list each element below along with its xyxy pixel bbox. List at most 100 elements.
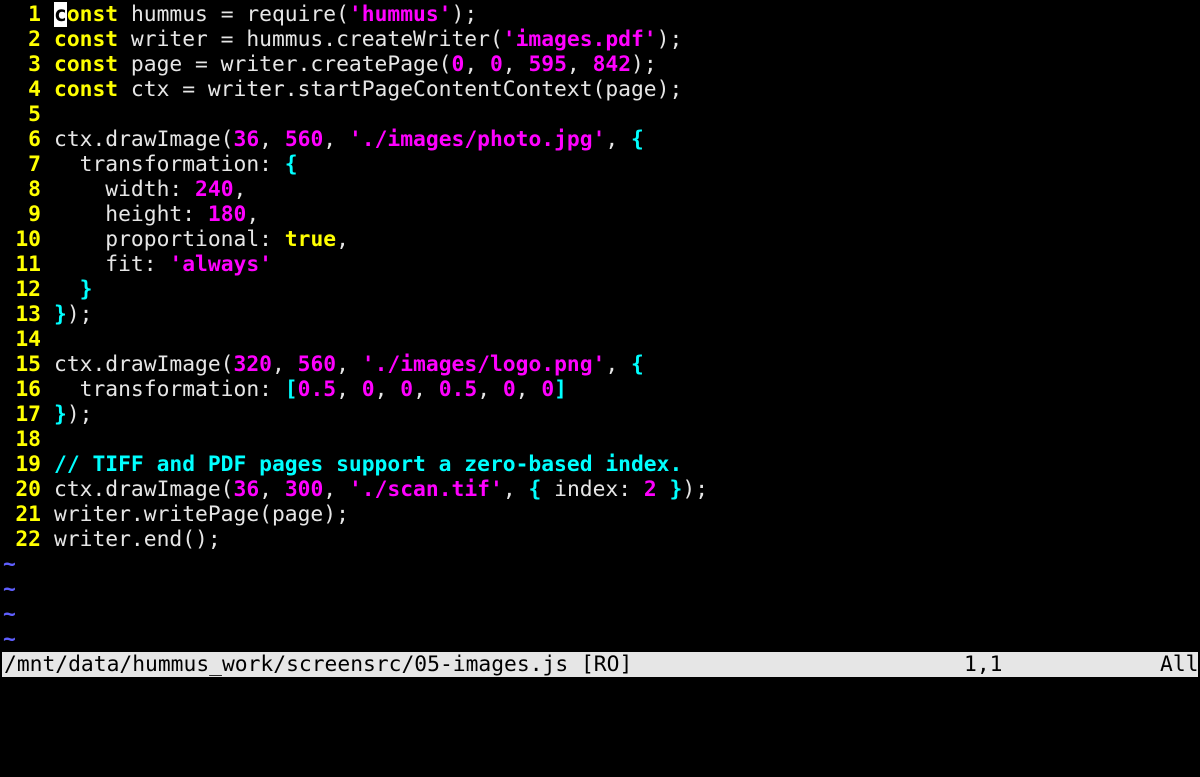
- code-text[interactable]: });: [54, 302, 92, 327]
- line-number: 4: [28, 77, 41, 102]
- code-text[interactable]: proportional: true,: [54, 227, 349, 252]
- code-token: ctx.drawImage(: [54, 477, 234, 502]
- code-text[interactable]: const ctx = writer.startPageContentConte…: [54, 77, 682, 102]
- line-number: 22: [15, 527, 41, 552]
- code-text[interactable]: const writer = hummus.createWriter('imag…: [54, 27, 682, 52]
- code-token: writer = hummus.createWriter(: [118, 27, 503, 52]
- code-token: fit:: [54, 252, 170, 277]
- code-token: }: [54, 402, 67, 427]
- code-token: ,: [464, 52, 490, 77]
- code-text[interactable]: height: 180,: [54, 202, 259, 227]
- code-text[interactable]: transformation: [0.5, 0, 0, 0.5, 0, 0]: [54, 377, 567, 402]
- line-number: 6: [28, 127, 41, 152]
- code-token: 320: [233, 352, 272, 377]
- line-number: 5: [28, 102, 41, 127]
- code-token: ,: [605, 127, 632, 152]
- code-token: );: [66, 402, 93, 427]
- code-text[interactable]: const hummus = require('hummus');: [54, 2, 477, 27]
- code-token: ,: [515, 377, 542, 402]
- line-number: 20: [15, 477, 41, 502]
- code-token: width:: [54, 177, 196, 202]
- code-line[interactable]: 8 width: 240,: [0, 177, 1200, 202]
- code-token: ,: [259, 477, 285, 502]
- line-number: 1: [28, 2, 41, 27]
- code-line[interactable]: 3 const page = writer.createPage(0, 0, 59…: [0, 52, 1200, 77]
- code-token: ,: [502, 52, 529, 77]
- code-line[interactable]: 11 fit: 'always': [0, 252, 1200, 277]
- line-number: 16: [15, 377, 41, 402]
- code-token: ,: [566, 52, 593, 77]
- code-text[interactable]: writer.writePage(page);: [54, 502, 349, 527]
- code-line[interactable]: 7 transformation: {: [0, 152, 1200, 177]
- code-text[interactable]: width: 240,: [54, 177, 246, 202]
- code-text[interactable]: }: [54, 277, 93, 302]
- code-text[interactable]: });: [54, 402, 92, 427]
- code-text[interactable]: transformation: {: [54, 152, 298, 177]
- code-token: }: [54, 302, 67, 327]
- code-line[interactable]: 18: [0, 427, 1200, 452]
- code-line[interactable]: 19 // TIFF and PDF pages support a zero-b…: [0, 452, 1200, 477]
- code-token: ,: [271, 352, 298, 377]
- code-token: proportional:: [54, 227, 285, 252]
- code-token: ,: [323, 127, 349, 152]
- code-line[interactable]: 5: [0, 102, 1200, 127]
- code-text[interactable]: fit: 'always': [54, 252, 272, 277]
- code-token: );: [631, 52, 657, 77]
- code-line[interactable]: 15 ctx.drawImage(320, 560, './images/logo…: [0, 352, 1200, 377]
- code-token: writer.end();: [54, 527, 221, 552]
- empty-line-tilde: ~: [3, 552, 16, 577]
- code-text[interactable]: writer.end();: [54, 527, 221, 552]
- code-token: ,: [605, 352, 632, 377]
- code-token: ,: [246, 202, 260, 227]
- code-token: ]: [554, 377, 567, 402]
- code-text[interactable]: ctx.drawImage(36, 560, './images/photo.j…: [54, 127, 644, 152]
- code-text[interactable]: ctx.drawImage(320, 560, './images/logo.p…: [54, 352, 644, 377]
- code-token: page = writer.createPage(: [118, 52, 452, 77]
- code-line[interactable]: 17});: [0, 402, 1200, 427]
- code-text[interactable]: const page = writer.createPage(0, 0, 595…: [54, 52, 657, 77]
- code-line[interactable]: 22 writer.end();: [0, 527, 1200, 552]
- code-line[interactable]: 6 ctx.drawImage(36, 560, './images/photo.…: [0, 127, 1200, 152]
- code-token: ctx.drawImage(: [54, 127, 234, 152]
- code-token: 36: [233, 127, 260, 152]
- code-line[interactable]: 21 writer.writePage(page);: [0, 502, 1200, 527]
- code-token: // TIFF and PDF pages support a zero-bas…: [54, 452, 683, 477]
- code-line[interactable]: 2 const writer = hummus.createWriter('ima…: [0, 27, 1200, 52]
- code-line[interactable]: 14: [0, 327, 1200, 352]
- code-token: transformation:: [54, 377, 285, 402]
- code-token: 560: [297, 352, 337, 377]
- line-number: 17: [15, 402, 41, 427]
- code-token: index:: [541, 477, 644, 502]
- line-number: 11: [15, 252, 41, 277]
- code-token: ,: [502, 477, 529, 502]
- code-token: {: [631, 352, 644, 377]
- code-token: ctx.drawImage(: [54, 352, 234, 377]
- code-token: transformation:: [54, 152, 285, 177]
- line-number: 18: [15, 427, 41, 452]
- code-text[interactable]: // TIFF and PDF pages support a zero-bas…: [54, 452, 682, 477]
- code-line[interactable]: 12 }: [0, 277, 1200, 302]
- code-line[interactable]: 4 const ctx = writer.startPageContentCont…: [0, 77, 1200, 102]
- code-token: ,: [374, 377, 401, 402]
- code-token: 0: [361, 377, 375, 402]
- vim-editor[interactable]: 1 const hummus = require('hummus'); 2 const…: [0, 0, 1200, 720]
- code-line[interactable]: 9 height: 180,: [0, 202, 1200, 227]
- line-number: 19: [15, 452, 41, 477]
- text-cursor: c: [54, 2, 67, 27]
- code-token: './images/logo.png': [361, 352, 606, 377]
- line-number: 15: [15, 352, 41, 377]
- code-line[interactable]: 10 proportional: true,: [0, 227, 1200, 252]
- code-text[interactable]: ctx.drawImage(36, 300, './scan.tif', { i…: [54, 477, 708, 502]
- code-line[interactable]: 16 transformation: [0.5, 0, 0, 0.5, 0, 0…: [0, 377, 1200, 402]
- code-token: 0: [502, 377, 516, 402]
- code-line[interactable]: 1 const hummus = require('hummus');: [0, 2, 1200, 27]
- line-number: 2: [28, 27, 41, 52]
- code-token: ,: [336, 227, 349, 252]
- empty-line-tilde: ~: [3, 577, 16, 602]
- code-line[interactable]: 20 ctx.drawImage(36, 300, './scan.tif', {…: [0, 477, 1200, 502]
- code-token: hummus = require(: [118, 2, 349, 27]
- code-token: 0.5: [438, 377, 478, 402]
- code-line[interactable]: 13});: [0, 302, 1200, 327]
- status-scroll-indicator: All: [1160, 652, 1199, 677]
